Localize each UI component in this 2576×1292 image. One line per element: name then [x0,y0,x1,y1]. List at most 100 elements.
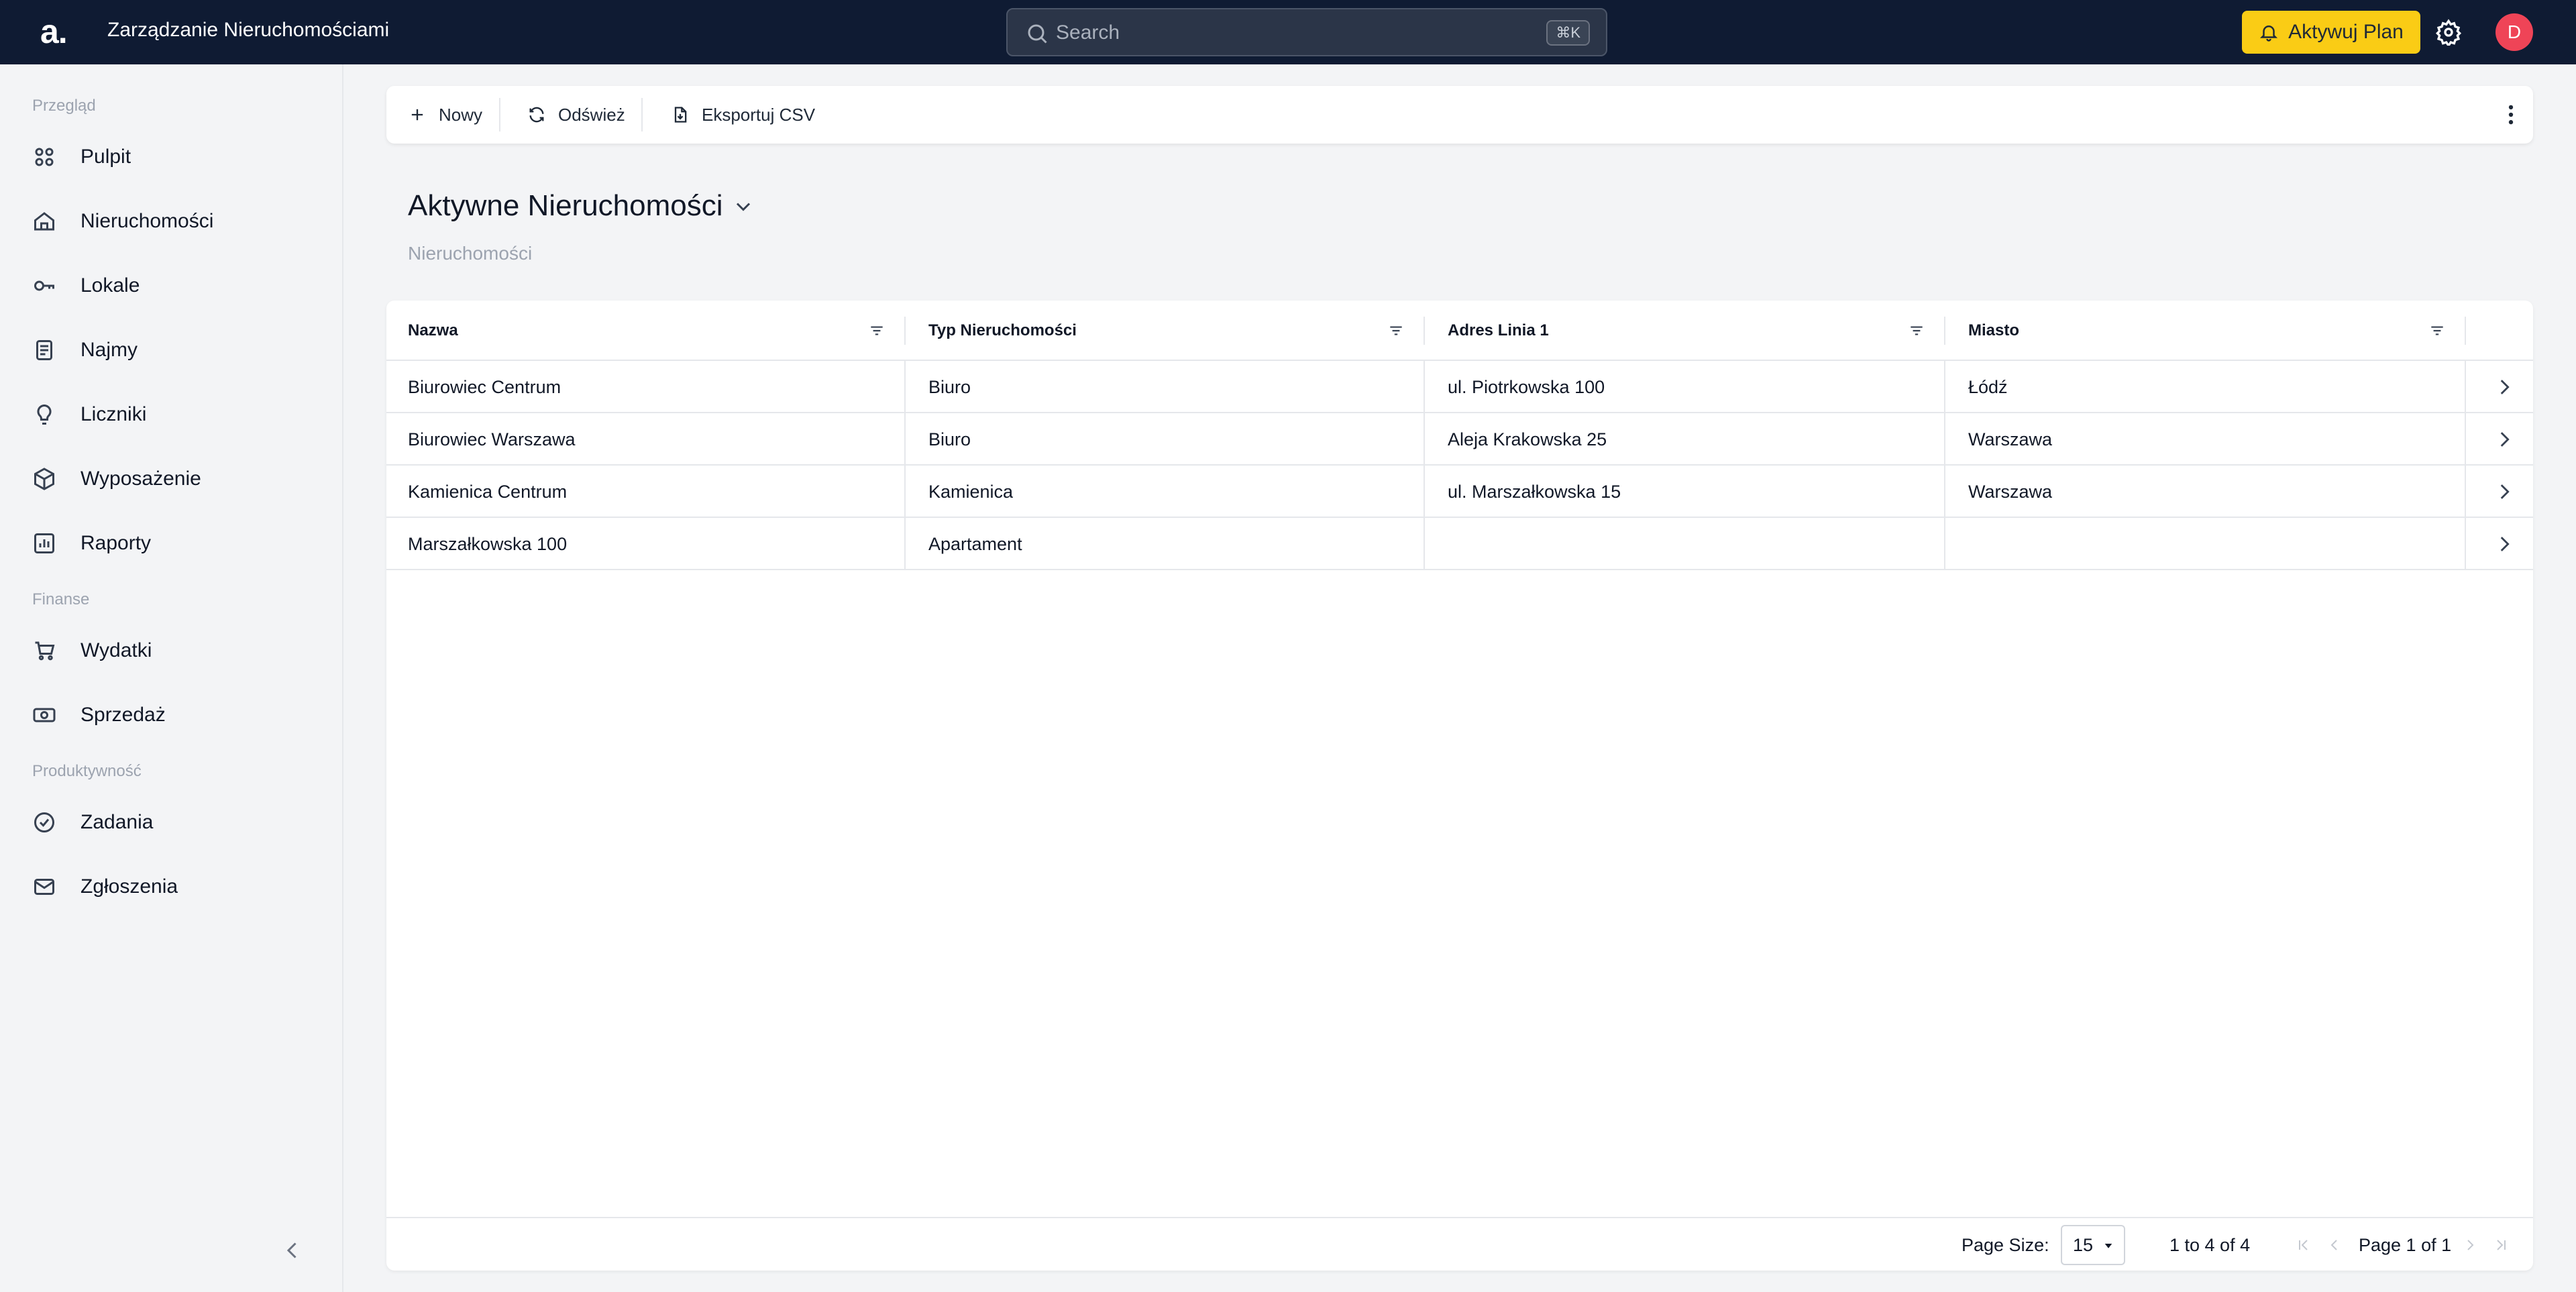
last-page-icon[interactable] [2493,1237,2509,1253]
filter-icon[interactable] [868,322,885,339]
cell-divider [1944,466,1945,518]
sidebar-item-label: Wyposażenie [80,468,201,490]
action-toolbar: Nowy Odśwież Eksportuj CSV [386,86,2533,144]
search-placeholder: Search [1056,21,1120,44]
sidebar-item-wyposazenie[interactable]: Wyposażenie [32,459,314,499]
first-page-icon[interactable] [2296,1237,2312,1253]
chevron-right-icon[interactable] [2493,533,2516,555]
user-avatar[interactable]: D [2496,13,2533,51]
sidebar-item-nieruchomosci[interactable]: Nieruchomości [32,201,314,241]
table-row[interactable]: Kamienica Centrum Kamienica ul. Marszałk… [386,466,2533,518]
cell-divider [1944,361,1945,413]
table-row[interactable]: Marszałkowska 100 Apartament [386,518,2533,570]
cell-nazwa: Biurowiec Warszawa [408,429,576,449]
cell-divider [1424,466,1425,518]
cell-adres [1426,518,1448,570]
page-title[interactable]: Aktywne Nieruchomości [408,189,723,223]
prev-page-icon[interactable] [2326,1237,2343,1253]
filter-icon[interactable] [1908,322,1925,339]
column-divider[interactable] [1424,317,1425,345]
sidebar-item-pulpit[interactable]: Pulpit [32,137,314,177]
plus-icon [411,109,423,121]
sidebar-item-zgloszenia[interactable]: Zgłoszenia [32,867,314,907]
sidebar-item-label: Najmy [80,339,138,361]
cell-typ: Biuro [928,429,971,449]
toolbar-divider [499,98,500,131]
chevron-right-icon[interactable] [2493,376,2516,398]
page-size-select[interactable]: 15 [2061,1225,2125,1265]
table-header: Nazwa Typ Nieruchomości Adres Linia 1 Mi… [386,301,2533,361]
cell-divider [2465,361,2466,413]
caret-down-icon [2104,1244,2112,1248]
sidebar-item-wydatki[interactable]: Wydatki [32,631,314,671]
sidebar: Przegląd Pulpit Nieruchomości Lokale Naj… [0,64,343,1292]
sidebar-item-label: Raporty [80,532,152,554]
column-header-typ[interactable]: Typ Nieruchomości [928,301,1077,361]
column-divider[interactable] [2465,317,2466,345]
sidebar-item-label: Wydatki [80,639,152,661]
search-shortcut: ⌘K [1546,20,1590,46]
refresh-icon [529,107,544,123]
page-size-value: 15 [2073,1234,2094,1255]
top-bar: a. Zarządzanie Nieruchomościami Search ⌘… [0,0,2576,64]
cell-nazwa: Marszałkowska 100 [408,533,568,554]
activate-plan-button[interactable]: Aktywuj Plan [2242,11,2420,54]
chevron-down-icon[interactable] [731,195,755,219]
chevron-right-icon[interactable] [2493,480,2516,503]
refresh-button[interactable]: Odśwież [527,86,625,144]
filter-icon[interactable] [2428,322,2446,339]
cart-icon [35,641,55,661]
collapse-sidebar-icon[interactable] [280,1238,305,1262]
column-divider[interactable] [904,317,906,345]
chevron-right-icon[interactable] [2493,428,2516,451]
sidebar-item-label: Sprzedaż [80,704,166,726]
file-export-icon [674,107,687,123]
sidebar-item-zadania[interactable]: Zadania [32,802,314,843]
page-indicator: Page 1 of 1 [2359,1234,2452,1255]
sidebar-item-lokale[interactable]: Lokale [32,266,314,306]
sidebar-item-najmy[interactable]: Najmy [32,330,314,370]
cell-divider [904,361,906,413]
sidebar-item-label: Nieruchomości [80,210,214,232]
column-header-nazwa[interactable]: Nazwa [408,301,458,361]
app-logo[interactable]: a. [40,12,68,51]
gear-icon[interactable] [2435,19,2462,46]
cell-typ: Kamienica [928,481,1014,502]
filter-icon[interactable] [1387,322,1405,339]
new-button[interactable]: Nowy [408,86,482,144]
cell-adres: Aleja Krakowska 25 [1448,429,1607,449]
sidebar-item-sprzedaz[interactable]: Sprzedaż [32,695,314,735]
column-header-adres[interactable]: Adres Linia 1 [1448,301,1549,361]
next-page-icon[interactable] [2462,1237,2478,1253]
table-row[interactable]: Biurowiec Warszawa Biuro Aleja Krakowska… [386,413,2533,466]
cell-divider [904,466,906,518]
cell-divider [904,518,906,570]
cell-nazwa: Biurowiec Centrum [408,376,561,397]
cell-divider [2465,518,2466,570]
sidebar-item-raporty[interactable]: Raporty [32,523,314,563]
cell-divider [1944,518,1945,570]
cell-divider [904,413,906,466]
more-options-icon[interactable] [2498,102,2524,127]
report-icon [34,533,54,553]
sidebar-item-label: Liczniki [80,403,147,425]
cell-miasto [1947,518,1968,570]
toolbar-divider [641,98,643,131]
cell-divider [2465,466,2466,518]
table-row[interactable]: Biurowiec Centrum Biuro ul. Piotrkowska … [386,361,2533,413]
page-subtitle: Nieruchomości [408,243,533,264]
column-divider[interactable] [1944,317,1945,345]
activate-plan-label: Aktywuj Plan [2288,21,2404,43]
sidebar-item-label: Lokale [80,274,140,297]
search-box[interactable]: Search ⌘K [1006,8,1607,56]
pagination-bar: Page Size: 15 1 to 4 of 4 Page 1 of 1 [386,1217,2533,1271]
properties-table: Nazwa Typ Nieruchomości Adres Linia 1 Mi… [386,301,2533,1271]
box-icon [34,468,54,490]
export-csv-button[interactable]: Eksportuj CSV [671,86,815,144]
cell-divider [1424,413,1425,466]
cell-miasto: Warszawa [1968,481,2053,502]
sidebar-item-liczniki[interactable]: Liczniki [32,394,314,435]
column-header-miasto[interactable]: Miasto [1968,301,2019,361]
cell-divider [1424,518,1425,570]
cell-adres: ul. Marszałkowska 15 [1448,481,1621,502]
